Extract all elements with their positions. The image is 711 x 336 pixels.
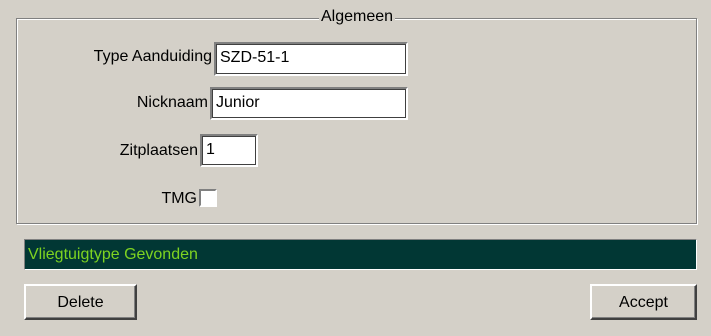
nicknaam-label-wrap: Nicknaam — [17, 93, 208, 113]
zitplaatsen-input[interactable]: 1 — [200, 134, 258, 167]
status-bar: Vliegtuigtype Gevonden — [24, 239, 697, 270]
tmg-label-wrap: TMG — [17, 189, 197, 209]
accept-button[interactable]: Accept — [590, 284, 697, 320]
delete-button[interactable]: Delete — [24, 284, 137, 320]
type-aanduiding-label: Type Aanduiding — [93, 48, 212, 65]
type-aanduiding-label-wrap: Type Aanduiding — [17, 47, 212, 67]
tmg-checkbox[interactable] — [199, 189, 217, 207]
groupbox-title: Algemeen — [319, 7, 396, 27]
zitplaatsen-label-wrap: Zitplaatsen — [17, 141, 198, 161]
type-aanduiding-input[interactable]: SZD-51-1 — [214, 42, 408, 76]
nicknaam-input[interactable]: Junior — [210, 87, 408, 120]
nicknaam-label: Nicknaam — [136, 94, 208, 111]
algemeen-groupbox: Algemeen Type Aanduiding SZD-51-1 Nickna… — [16, 7, 697, 224]
tmg-label: TMG — [161, 190, 197, 207]
zitplaatsen-label: Zitplaatsen — [119, 142, 198, 159]
